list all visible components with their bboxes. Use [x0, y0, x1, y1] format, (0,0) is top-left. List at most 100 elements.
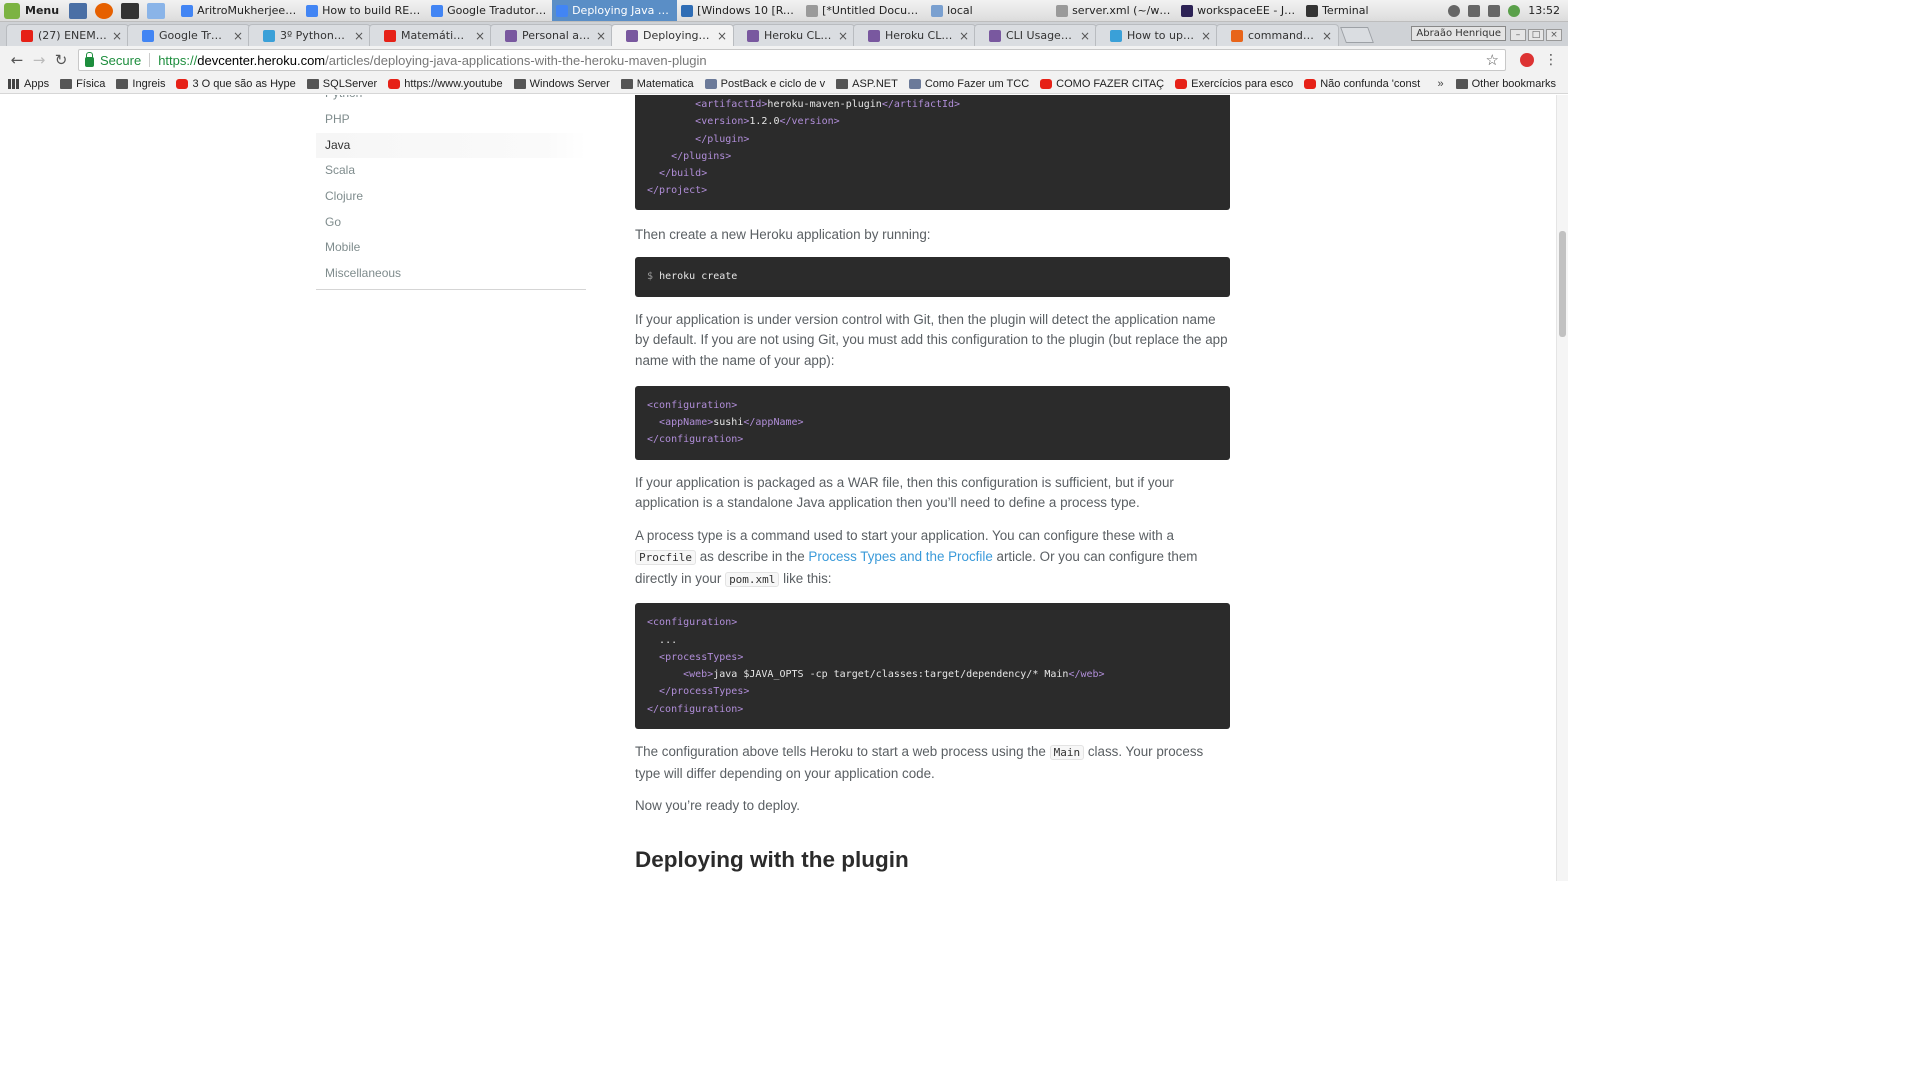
taskbar-window-label: AritroMukherjee/M...	[197, 4, 299, 17]
taskbar-window-button[interactable]: workspaceEE - Java ...	[1177, 0, 1302, 21]
maximize-icon[interactable]: □	[1528, 29, 1544, 41]
sidebar-item-php[interactable]: PHP	[316, 107, 586, 133]
bookmark-item[interactable]: Como Fazer um TCC	[908, 78, 1029, 90]
bookmark-item[interactable]: 3 O que são as Hype	[176, 78, 296, 90]
os-taskbar: Menu AritroMukherjee/M... How to build RE…	[0, 0, 1568, 22]
sidebar-item-miscellaneous[interactable]: Miscellaneous	[316, 261, 586, 287]
files-launcher-icon[interactable]	[147, 2, 166, 19]
sidebar-item-go[interactable]: Go	[316, 210, 586, 236]
scrollbar-thumb[interactable]	[1559, 231, 1566, 337]
tab-close-icon[interactable]: ×	[1080, 29, 1090, 43]
bookmark-item[interactable]: Física	[60, 78, 105, 90]
secure-label[interactable]: Secure	[100, 53, 141, 68]
process-types-link[interactable]: Process Types and the Procfile	[808, 549, 992, 564]
taskbar-window-button[interactable]: Google Tradutor - G...	[427, 0, 552, 21]
eclipse-icon	[1181, 4, 1194, 17]
code-block-heroku-create[interactable]: $ heroku create	[635, 257, 1230, 297]
tab-close-icon[interactable]: ×	[475, 29, 485, 43]
clock[interactable]: 13:52	[1528, 4, 1560, 17]
sidebar-item-scala[interactable]: Scala	[316, 158, 586, 184]
tab-close-icon[interactable]: ×	[596, 29, 606, 43]
other-bookmarks-label: Other bookmarks	[1471, 77, 1556, 90]
bookmark-item[interactable]: PostBack e ciclo de v	[704, 78, 825, 90]
tab-favicon-icon	[142, 29, 154, 42]
network-icon[interactable]	[1468, 4, 1481, 17]
os-menu-button[interactable]: Menu	[0, 2, 65, 19]
browser-tab[interactable]: command line - ×	[1216, 24, 1339, 46]
tab-close-icon[interactable]: ×	[959, 29, 969, 43]
browser-tab[interactable]: Google Tradutor ×	[127, 24, 250, 46]
xml-tag: <processTypes>	[659, 651, 744, 663]
lock-icon[interactable]	[85, 52, 94, 67]
code-text: heroku-maven-plugin	[767, 99, 882, 110]
code-block-app-name-config[interactable]: <configuration> <appName>sushi</appName>…	[635, 385, 1230, 460]
tab-close-icon[interactable]: ×	[717, 29, 727, 43]
close-window-icon[interactable]: ×	[1546, 29, 1562, 41]
taskbar-window-button[interactable]: [*Untitled Docume...	[802, 0, 927, 21]
browser-tab[interactable]: CLI Usage | Her ×	[974, 24, 1097, 46]
taskbar-window-button[interactable]: Deploying Java App...	[552, 0, 678, 21]
browser-tab[interactable]: Personal apps | ×	[490, 24, 613, 46]
code-block-process-types[interactable]: <configuration> ... <processTypes> <web>…	[635, 603, 1230, 730]
sidebar-item-java[interactable]: Java	[316, 132, 586, 159]
sidebar-item-mobile[interactable]: Mobile	[316, 235, 586, 261]
tab-close-icon[interactable]: ×	[233, 29, 243, 43]
firefox-launcher-icon[interactable]	[95, 2, 114, 19]
browser-tab[interactable]: Heroku CLI | He ×	[732, 24, 855, 46]
taskbar-window-button[interactable]: How to build RESTf...	[302, 0, 427, 21]
new-tab-button[interactable]	[1340, 27, 1374, 43]
code-line: </configuration>	[647, 701, 1218, 718]
bookmark-item[interactable]: Exercícios para esco	[1175, 78, 1293, 90]
browser-tab[interactable]: 3º PythonVale - ×	[248, 24, 371, 46]
bookmark-item[interactable]: Não confunda 'const	[1304, 78, 1420, 90]
tab-close-icon[interactable]: ×	[838, 29, 848, 43]
tab-favicon-icon	[384, 29, 396, 42]
extension-icon[interactable]	[1520, 53, 1534, 67]
volume-icon[interactable]	[1488, 4, 1501, 17]
browser-tab[interactable]: Matemática - Ai ×	[369, 24, 492, 46]
taskbar-window-button[interactable]: local	[927, 0, 1052, 21]
code-line: </plugins>	[647, 148, 1218, 165]
xml-tag: <artifactId>	[695, 99, 768, 110]
browser-tab[interactable]: Heroku CLI | He ×	[853, 24, 976, 46]
back-button[interactable]: ←	[6, 49, 28, 71]
tab-close-icon[interactable]: ×	[354, 29, 364, 43]
show-desktop-icon[interactable]	[69, 2, 88, 19]
bookmark-star-icon[interactable]: ☆	[1486, 51, 1499, 69]
user-icon[interactable]	[1448, 4, 1461, 17]
bookmark-item[interactable]: Matematica	[620, 78, 694, 90]
bookmarks-overflow-icon[interactable]: »	[1438, 78, 1444, 90]
apps-grid-icon	[8, 78, 20, 89]
browser-tab[interactable]: Deploying Java A ×	[611, 24, 734, 46]
code-block-pom-plugin[interactable]: <artifactId>heroku-maven-plugin</artifac…	[635, 95, 1230, 210]
taskbar-window-button[interactable]: AritroMukherjee/M...	[177, 0, 302, 21]
xml-tag: </version>	[779, 116, 840, 128]
bookmark-item[interactable]: ASP.NET	[836, 78, 898, 90]
minimize-icon[interactable]: –	[1510, 29, 1526, 41]
update-shield-icon[interactable]	[1508, 4, 1521, 17]
bookmark-item[interactable]: Ingreis	[116, 78, 165, 90]
tab-close-icon[interactable]: ×	[1322, 29, 1332, 43]
address-bar[interactable]: Secure https://devcenter.heroku.com/arti…	[78, 49, 1506, 71]
taskbar-window-button[interactable]: server.xml (~/work...	[1052, 0, 1177, 21]
tab-close-icon[interactable]: ×	[1201, 29, 1211, 43]
forward-button[interactable]: →	[28, 49, 50, 71]
chrome-menu-icon[interactable]: ⋮	[1540, 52, 1562, 68]
bookmark-item[interactable]: Apps	[8, 78, 49, 90]
bookmark-item[interactable]: https://www.youtube	[388, 78, 503, 90]
taskbar-window-button[interactable]: Terminal	[1302, 0, 1427, 21]
browser-tab[interactable]: (27) ENEM 2014 ×	[6, 24, 129, 46]
sidebar-item-clojure[interactable]: Clojure	[316, 184, 586, 210]
bookmark-item[interactable]: Windows Server	[513, 78, 610, 90]
sidebar-item-python[interactable]: Python	[316, 95, 586, 107]
tab-close-icon[interactable]: ×	[112, 29, 122, 43]
other-bookmarks[interactable]: Other bookmarks	[1455, 77, 1556, 90]
bookmark-item[interactable]: SQLServer	[306, 78, 377, 90]
page-scrollbar[interactable]	[1556, 95, 1568, 881]
terminal-launcher-icon[interactable]	[121, 2, 140, 19]
browser-tab[interactable]: How to update I ×	[1095, 24, 1218, 46]
bookmark-item[interactable]: COMO FAZER CITAÇ	[1040, 78, 1164, 90]
profile-button[interactable]: Abraão Henrique	[1411, 26, 1506, 41]
reload-button[interactable]: ↻	[50, 49, 72, 71]
taskbar-window-button[interactable]: [Windows 10 [Runn...	[677, 0, 802, 21]
